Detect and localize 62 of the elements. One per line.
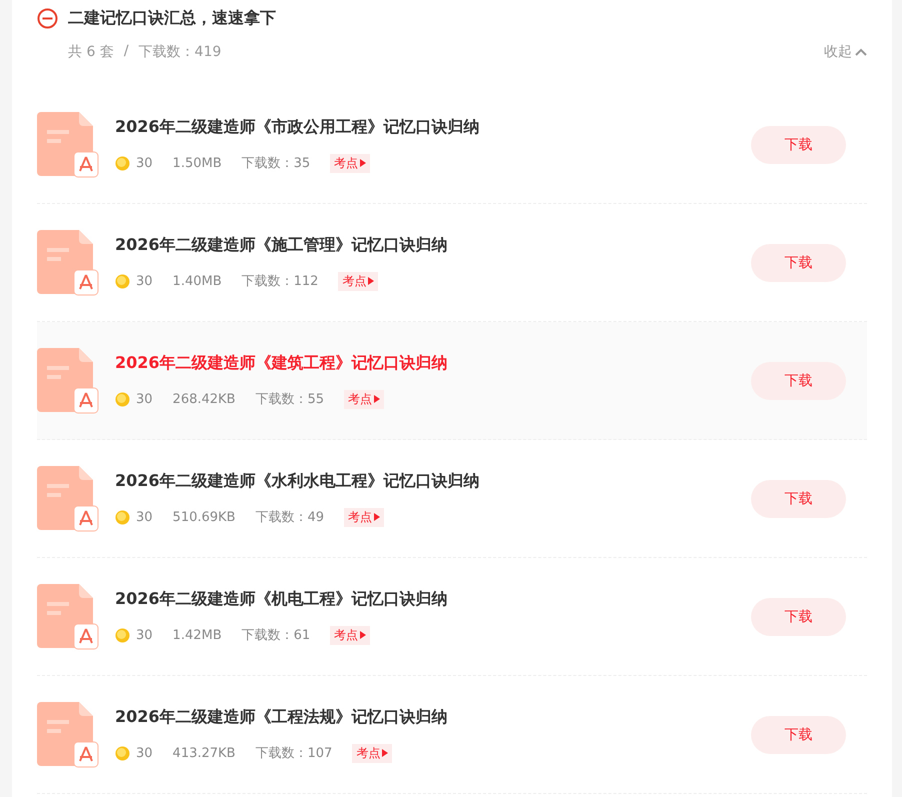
- topic-tag[interactable]: 考点: [344, 390, 384, 408]
- coin-icon: [115, 510, 130, 524]
- total-downloads: 下载数：419: [138, 43, 222, 61]
- play-triangle-icon: [374, 395, 380, 403]
- file-size: 1.42MB: [172, 628, 222, 642]
- file-title[interactable]: 2026年二级建造师《机电工程》记忆口诀归纳: [115, 588, 751, 610]
- download-button[interactable]: 下载: [751, 716, 846, 754]
- download-count: 下载数：35: [242, 155, 310, 172]
- play-triangle-icon: [360, 631, 366, 639]
- play-triangle-icon: [382, 749, 388, 757]
- coin-icon: [115, 274, 130, 288]
- file-title[interactable]: 2026年二级建造师《水利水电工程》记忆口诀归纳: [115, 470, 751, 492]
- download-button[interactable]: 下载: [751, 126, 846, 164]
- download-button[interactable]: 下载: [751, 244, 846, 282]
- coin-icon: [115, 746, 130, 760]
- file-title[interactable]: 2026年二级建造师《建筑工程》记忆口诀归纳: [115, 352, 751, 374]
- coin-price: 30: [136, 392, 153, 406]
- download-count: 下载数：55: [255, 391, 324, 408]
- file-size: 1.50MB: [172, 156, 222, 170]
- collapse-minus-icon[interactable]: [37, 8, 58, 28]
- coin-price: 30: [136, 746, 153, 760]
- download-button[interactable]: 下载: [751, 362, 846, 400]
- topic-tag[interactable]: 考点: [330, 154, 370, 172]
- file-title[interactable]: 2026年二级建造师《施工管理》记忆口诀归纳: [115, 234, 751, 256]
- pdf-file-icon: [37, 702, 99, 768]
- coin-icon: [115, 156, 130, 170]
- coin-icon: [115, 628, 130, 642]
- play-triangle-icon: [360, 159, 366, 167]
- file-title[interactable]: 2026年二级建造师《市政公用工程》记忆口诀归纳: [115, 116, 751, 138]
- chevron-up-icon: [855, 48, 867, 56]
- pdf-file-icon: [37, 230, 99, 296]
- download-count: 下载数：49: [255, 509, 324, 526]
- collapse-link[interactable]: 收起: [824, 43, 867, 61]
- pdf-file-icon: [37, 584, 99, 650]
- play-triangle-icon: [368, 277, 374, 285]
- separator: /: [124, 43, 129, 61]
- section-title: 二建记忆口诀汇总，速速拿下: [68, 8, 276, 28]
- download-button[interactable]: 下载: [751, 480, 846, 518]
- pdf-file-icon: [37, 466, 99, 532]
- coin-icon: [115, 392, 130, 406]
- topic-tag[interactable]: 考点: [352, 744, 392, 762]
- file-size: 413.27KB: [172, 746, 236, 760]
- file-size: 1.40MB: [172, 274, 222, 288]
- download-count: 下载数：107: [255, 745, 332, 762]
- file-row[interactable]: 2026年二级建造师《建筑工程》记忆口诀归纳 30 268.42KB 下载数：55 考点 下载: [37, 322, 867, 440]
- file-size: 510.69KB: [172, 510, 236, 524]
- pdf-file-icon: [37, 348, 99, 414]
- coin-price: 30: [136, 510, 153, 524]
- coin-price: 30: [136, 628, 153, 642]
- file-size: 268.42KB: [172, 392, 236, 406]
- download-count: 下载数：61: [242, 627, 310, 644]
- coin-price: 30: [136, 274, 153, 288]
- topic-tag[interactable]: 考点: [338, 272, 378, 290]
- download-count: 下载数：112: [242, 273, 318, 290]
- download-button[interactable]: 下载: [751, 598, 846, 636]
- set-count: 共 6 套: [68, 43, 114, 61]
- pdf-file-icon: [37, 112, 99, 178]
- coin-price: 30: [136, 156, 153, 170]
- topic-tag[interactable]: 考点: [344, 508, 384, 526]
- play-triangle-icon: [374, 513, 380, 521]
- topic-tag[interactable]: 考点: [330, 626, 370, 644]
- file-title[interactable]: 2026年二级建造师《工程法规》记忆口诀归纳: [115, 706, 751, 728]
